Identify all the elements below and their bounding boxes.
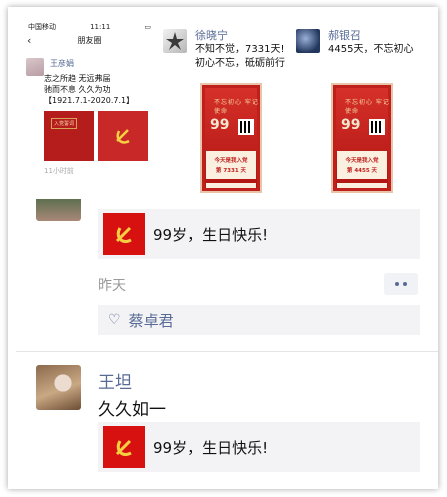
- image-tag: 入党誓词: [51, 118, 78, 129]
- poster-slogan: 不忘初心 牢记使命: [345, 99, 390, 115]
- like-user-name[interactable]: 蔡卓君: [129, 310, 174, 331]
- more-dots-icon[interactable]: [384, 273, 418, 295]
- poster-slogan: 不忘初心 牢记使命: [214, 99, 259, 115]
- post-line: 初心不忘，砥砺前行: [195, 58, 285, 69]
- carrier-label: 中国移动: [28, 23, 56, 31]
- post-author[interactable]: 王坦: [98, 368, 132, 393]
- post-time: 11小时前: [44, 167, 74, 175]
- poster-banner: 今天是我入党 第 7331 天: [206, 151, 256, 179]
- post-image[interactable]: [98, 111, 148, 161]
- moment-card: 郝银召 4455天，不忘初心 不忘初心 牢记使命 99 今天是我入党 第 445…: [296, 21, 438, 198]
- shared-link-card[interactable]: 99岁，生日快乐!: [98, 209, 420, 259]
- poster-number: 99: [341, 117, 361, 133]
- clock-label: 11:11: [90, 23, 111, 31]
- post-image[interactable]: 入党誓词: [44, 111, 94, 161]
- shared-link-title: 99岁，生日快乐!: [153, 438, 269, 457]
- avatar[interactable]: [36, 365, 81, 410]
- status-bar: 中国移动 11:11 ▭: [22, 21, 157, 33]
- poster-line: 今天是我入党: [345, 158, 379, 164]
- post-line: 不知不觉，7331天!: [195, 44, 285, 55]
- shared-link-title: 99岁，生日快乐!: [153, 225, 269, 244]
- moments-nav-bar: ‹ 朋友圈: [22, 33, 157, 48]
- poster-number: 99: [210, 117, 230, 133]
- post-line: 志之所趋 无远弗届: [44, 74, 111, 83]
- battery-icon: ▭: [144, 23, 151, 31]
- shared-link-card[interactable]: 99岁，生日快乐!: [98, 422, 420, 472]
- party-anniversary-poster[interactable]: 不忘初心 牢记使命 99 今天是我入党 第 4455 天: [331, 83, 393, 193]
- post-text: 久久如一: [98, 400, 166, 420]
- party-flag-icon: [103, 426, 145, 468]
- moment-card: 徐晓宁 不知不觉，7331天! 初心不忘，砥砺前行 不忘初心 牢记使命 99 今…: [163, 21, 298, 198]
- poster-footer: [206, 183, 256, 188]
- avatar[interactable]: [163, 29, 187, 53]
- poster-line: 第 4455 天: [346, 168, 378, 174]
- avatar[interactable]: [26, 58, 44, 76]
- nav-title: 朋友圈: [77, 36, 102, 45]
- post-author[interactable]: 郝银召: [328, 27, 361, 43]
- poster-footer: [337, 183, 387, 188]
- post-line: 4455天，不忘初心: [328, 44, 414, 55]
- post-text: 不知不觉，7331天! 初心不忘，砥砺前行: [195, 43, 285, 71]
- star-silhouette-icon: [166, 32, 184, 50]
- party-anniversary-poster[interactable]: 不忘初心 牢记使命 99 今天是我入党 第 7331 天: [200, 83, 262, 193]
- post-line: 【1921.7.1-2020.7.1】: [44, 96, 135, 105]
- heart-outline-icon: ♡: [108, 312, 121, 328]
- post-images: 入党誓词: [44, 111, 151, 161]
- poster-line: 第 7331 天: [215, 168, 247, 174]
- likes-bar: ♡ 蔡卓君: [98, 305, 420, 335]
- poster-banner: 今天是我入党 第 4455 天: [337, 151, 387, 179]
- poster-line: 今天是我入党: [214, 158, 248, 164]
- chevron-left-icon[interactable]: ‹: [27, 34, 31, 47]
- post-line: 驰而不息 久久为功: [44, 85, 111, 94]
- avatar[interactable]: [296, 29, 320, 53]
- avatar[interactable]: [36, 199, 81, 221]
- phone-post: 王彦娟 志之所趋 无远弗届 驰而不息 久久为功 【1921.7.1-2020.7…: [22, 48, 157, 176]
- qr-code-icon: [238, 119, 254, 135]
- party-emblem-icon: [116, 129, 130, 144]
- divider: [16, 351, 438, 352]
- post-text: 4455天，不忘初心: [328, 43, 413, 57]
- screenshot-frame: 中国移动 11:11 ▭ ‹ 朋友圈 王彦娟 志之所趋 无远弗届 驰而不息 久久…: [8, 7, 438, 489]
- post-author[interactable]: 徐晓宁: [195, 27, 228, 43]
- qr-code-icon: [369, 119, 385, 135]
- party-flag-icon: [103, 213, 145, 255]
- post-text: 志之所趋 无远弗届 驰而不息 久久为功 【1921.7.1-2020.7.1】: [44, 73, 151, 106]
- post-time: 昨天: [98, 278, 126, 294]
- moments-phone-screenshot: 中国移动 11:11 ▭ ‹ 朋友圈 王彦娟 志之所趋 无远弗届 驰而不息 久久…: [22, 21, 157, 198]
- post-author[interactable]: 王彦娟: [50, 58, 151, 69]
